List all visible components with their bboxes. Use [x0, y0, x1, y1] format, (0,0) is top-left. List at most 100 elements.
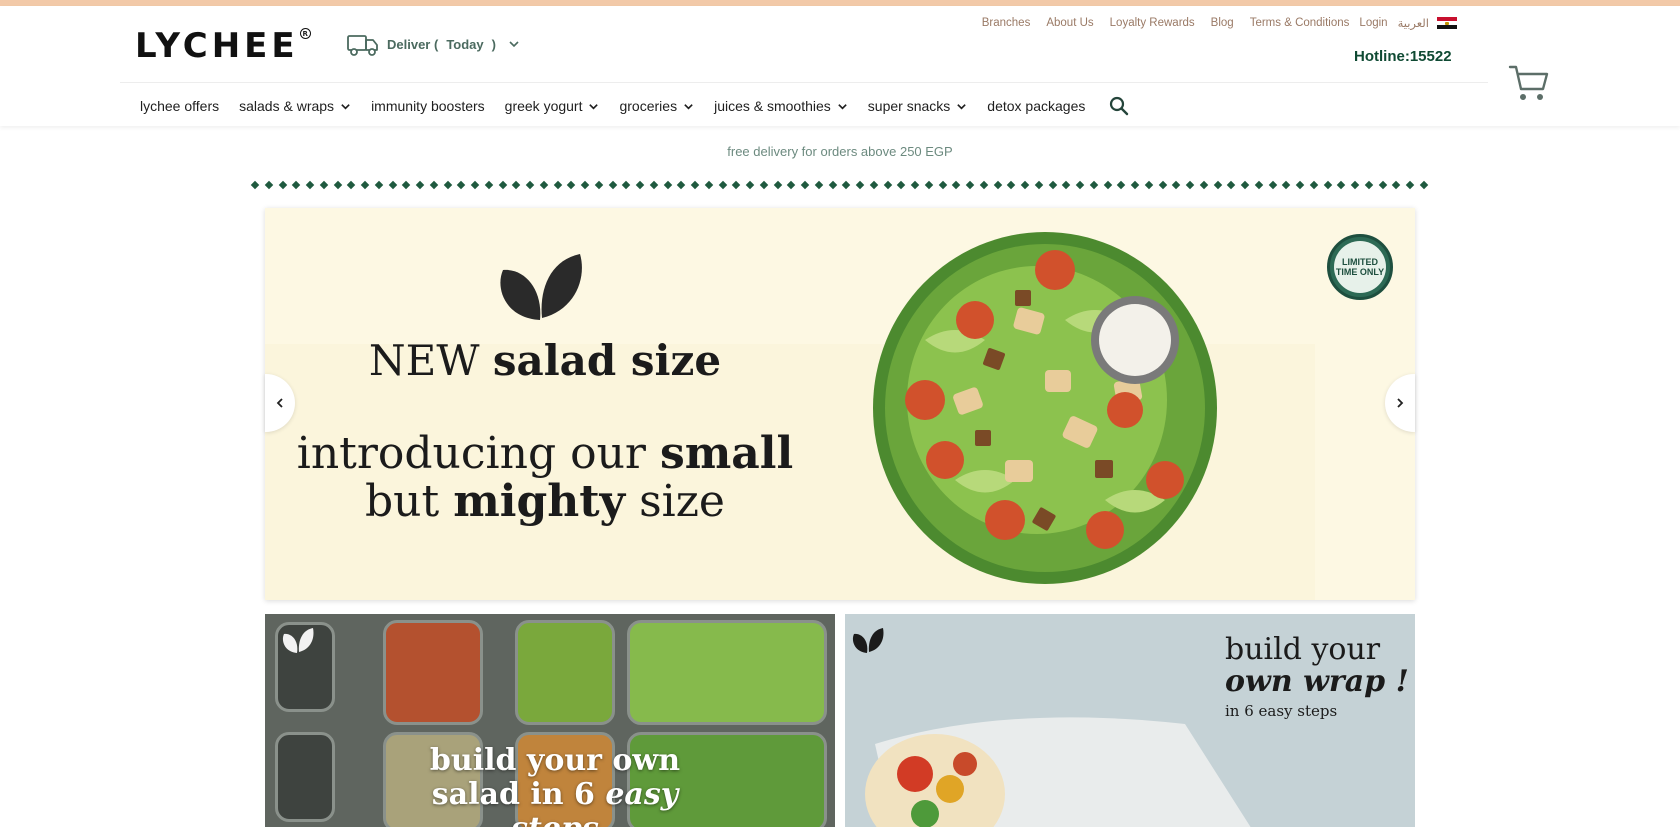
divider-dot	[347, 180, 356, 190]
hero-text-bold: salad size	[492, 336, 722, 385]
tile-text-line: build your	[1225, 632, 1381, 667]
link-about-us[interactable]: About Us	[1046, 17, 1093, 29]
divider-dot	[1419, 180, 1428, 190]
chevron-down-icon	[838, 103, 847, 110]
chevron-down-icon	[509, 41, 519, 48]
wrap-tile-text: build your own wrap ! in 6 easy steps	[1225, 632, 1409, 721]
nav-juices-smoothies[interactable]: juices & smoothies	[714, 98, 848, 114]
badge-text: LIMITED TIME ONLY	[1334, 241, 1386, 293]
egypt-flag-icon[interactable]	[1437, 16, 1457, 30]
main-nav: lychee offers salads & wraps immunity bo…	[140, 90, 1129, 122]
divider-dot	[979, 180, 988, 190]
wrap-image	[865, 717, 1251, 827]
nav-greek-yogurt[interactable]: greek yogurt	[505, 98, 600, 114]
divider-dot	[828, 180, 837, 190]
nav-super-snacks[interactable]: super snacks	[868, 98, 967, 114]
divider-dot	[250, 180, 260, 190]
divider-dot	[773, 180, 782, 190]
divider-dot	[512, 180, 521, 190]
divider-dot	[553, 180, 562, 190]
divider-dot	[897, 180, 906, 190]
tray	[515, 620, 615, 725]
chevron-down-icon	[957, 103, 967, 110]
divider-dot	[1185, 180, 1195, 190]
hero-headline: NEW salad size	[265, 336, 825, 385]
nav-lychee-offers[interactable]: lychee offers	[140, 98, 219, 114]
salad-tile-text: build your own salad in 6 easy steps	[405, 744, 705, 827]
tile-text-line: in 6 easy steps	[1225, 702, 1338, 720]
divider-dot	[718, 180, 727, 190]
divider-dot	[498, 180, 507, 190]
divider-dot	[910, 180, 920, 190]
build-wrap-tile[interactable]: build your own wrap ! in 6 easy steps	[845, 614, 1415, 827]
chevron-right-icon	[1397, 398, 1404, 408]
divider-dot	[883, 180, 892, 190]
leaf-logo-icon	[282, 628, 314, 653]
chevron-down-icon	[589, 103, 599, 110]
nav-immunity-boosters[interactable]: immunity boosters	[371, 98, 485, 114]
nav-label: juices & smoothies	[714, 98, 831, 114]
divider-dot	[1254, 180, 1263, 190]
free-delivery-banner: free delivery for orders above 250 EGP	[727, 144, 953, 159]
divider-dot	[690, 180, 700, 190]
link-blog[interactable]: Blog	[1211, 17, 1234, 29]
divider-dot	[567, 180, 576, 190]
tray	[383, 620, 483, 725]
hero-text: introducing our	[296, 428, 660, 479]
nav-groceries[interactable]: groceries	[619, 98, 694, 114]
salad-bowl-image	[873, 232, 1217, 584]
top-links: Branches About Us Loyalty Rewards Blog T…	[982, 16, 1457, 30]
shopping-cart-icon[interactable]	[1508, 62, 1550, 104]
lychee-logo[interactable]: LYCHEE R	[135, 26, 311, 66]
divider-dot	[1034, 180, 1043, 190]
divider-dot	[649, 180, 658, 190]
nav-label: greek yogurt	[504, 98, 583, 114]
tray	[275, 732, 335, 822]
chevron-left-icon	[276, 398, 283, 408]
link-branches[interactable]: Branches	[982, 17, 1031, 29]
link-terms[interactable]: Terms & Conditions	[1250, 17, 1350, 29]
logo-text: LYCHEE	[135, 26, 299, 66]
nav-label: super snacks	[867, 98, 951, 114]
hero-text: size	[625, 476, 725, 527]
divider-dot	[663, 180, 672, 190]
divider-dot	[855, 180, 865, 190]
divider-dot	[1144, 180, 1153, 190]
divider-dot	[745, 180, 755, 190]
build-salad-tile[interactable]: build your own salad in 6 easy steps	[265, 614, 835, 827]
nav-label: lychee offers	[140, 98, 220, 114]
divider-dot	[869, 180, 878, 190]
divider-dot	[993, 180, 1002, 190]
tile-text-line: build your own	[429, 743, 681, 778]
link-loyalty-rewards[interactable]: Loyalty Rewards	[1110, 17, 1195, 29]
link-arabic[interactable]: العربية	[1398, 16, 1429, 30]
deliver-close: )	[491, 36, 496, 52]
nav-salads-wraps[interactable]: salads & wraps	[239, 98, 351, 114]
site-header: LYCHEE R Deliver ( Today ) Branches Abou…	[0, 6, 1680, 126]
link-login[interactable]: Login	[1359, 17, 1387, 29]
divider-dot	[580, 180, 590, 190]
divider-dot	[594, 180, 603, 190]
nav-detox-packages[interactable]: detox packages	[987, 98, 1085, 114]
divider-dot	[1323, 180, 1332, 190]
search-icon[interactable]	[1109, 96, 1129, 116]
divider-dot	[1117, 180, 1126, 190]
hero-text: but	[365, 476, 454, 527]
divider-dot	[470, 180, 480, 190]
hotline-number[interactable]: Hotline:15522	[1354, 48, 1452, 65]
delivery-truck-icon	[347, 35, 378, 56]
hero-slider[interactable]: NEW salad size introducing our small but…	[265, 208, 1415, 600]
divider-dot	[1364, 180, 1373, 190]
divider-dot	[1282, 180, 1291, 190]
divider-dot	[1075, 180, 1085, 190]
delivery-time-selector[interactable]: Deliver ( Today )	[347, 30, 520, 58]
leaf-logo-icon	[500, 254, 582, 320]
divider-dot	[1089, 180, 1098, 190]
divider-dot	[292, 180, 301, 190]
divider-dot	[1295, 180, 1305, 190]
divider-dot	[333, 180, 342, 190]
registered-mark-icon: R	[299, 28, 311, 39]
divider-dot	[952, 180, 961, 190]
deliver-value: Today	[446, 36, 484, 52]
divider-dot	[1130, 180, 1140, 190]
